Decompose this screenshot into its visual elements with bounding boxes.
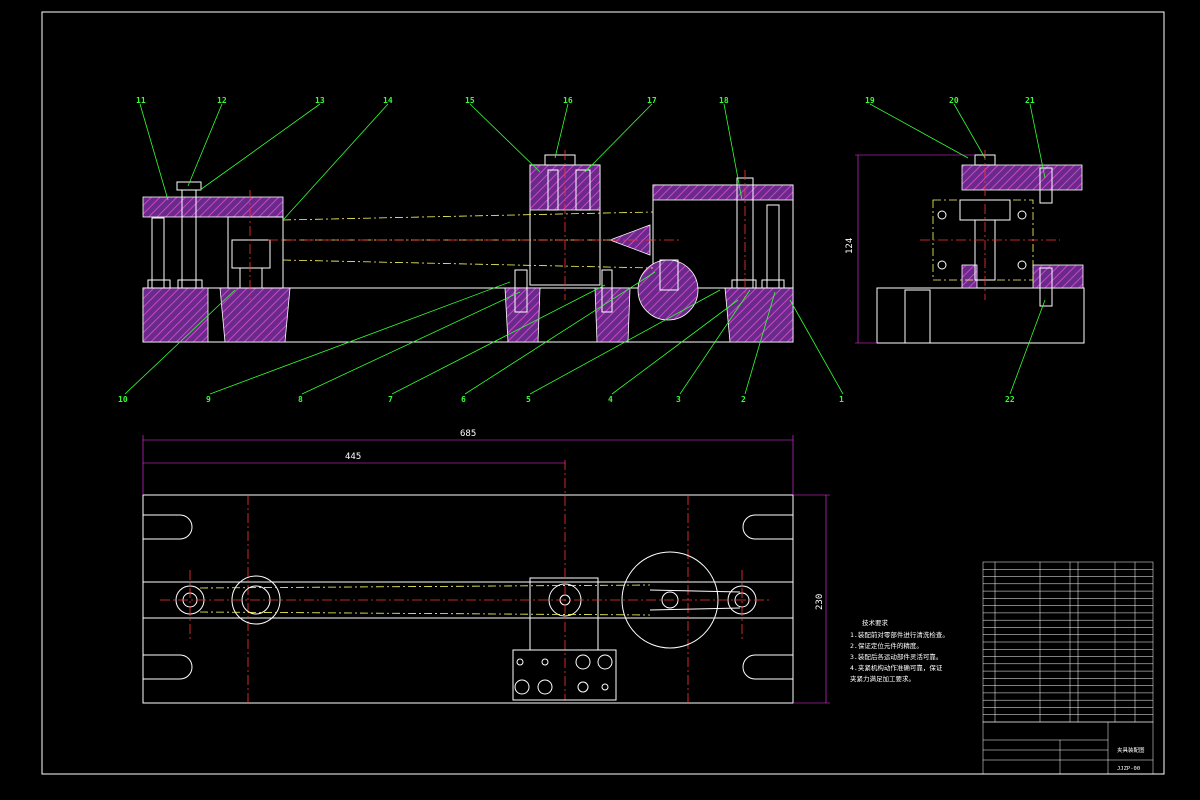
- balloon-13: 13: [315, 96, 325, 105]
- dim-width-plan: 230: [815, 594, 825, 610]
- tech-note-line-3: 3.装配后各运动部件灵活可靠。: [850, 652, 942, 661]
- title-block-part-name: 夹具装配图: [1117, 746, 1145, 754]
- drawing-border: [41, 11, 1165, 775]
- tech-note-line-4: 4.夹紧机构动作准确可靠，保证: [850, 663, 943, 672]
- side-view: 124: [845, 150, 1085, 344]
- balloons-top: 11 12 13 14 15 16 17 18 19 20 21: [136, 96, 1035, 105]
- balloon-22: 22: [1005, 395, 1015, 404]
- balloon-15: 15: [465, 96, 475, 105]
- balloon-18: 18: [719, 96, 729, 105]
- parts-list: [982, 561, 1154, 723]
- technical-notes: 技术要求 1.装配前对零部件进行清洗检查。 2.保证定位元件的精度。 3.装配后…: [850, 618, 949, 683]
- plan-view: 685 445 230: [142, 429, 830, 704]
- tech-note-line-2: 2.保证定位元件的精度。: [850, 641, 923, 650]
- title-block: 夹具装配图 JJZP-00: [982, 721, 1154, 775]
- dim-height-side: 124: [845, 238, 855, 254]
- dim-partial-length: 445: [345, 452, 361, 462]
- cad-drawing-canvas: 124 685 445 230 11 12 13 14 15 16 17 18 …: [41, 11, 1165, 775]
- balloon-5: 5: [526, 395, 531, 404]
- title-block-drawing-number: JJZP-00: [1117, 766, 1140, 772]
- balloon-6: 6: [461, 395, 466, 404]
- balloon-10: 10: [118, 395, 128, 404]
- balloon-21: 21: [1025, 96, 1035, 105]
- balloon-12: 12: [217, 96, 227, 105]
- balloon-1: 1: [839, 395, 844, 404]
- balloon-11: 11: [136, 96, 146, 105]
- balloon-20: 20: [949, 96, 959, 105]
- balloon-19: 19: [865, 96, 875, 105]
- balloon-3: 3: [676, 395, 681, 404]
- balloon-4: 4: [608, 395, 613, 404]
- front-view: [142, 150, 794, 343]
- dim-overall-length: 685: [460, 429, 476, 439]
- tech-note-line-5: 夹紧力满足加工要求。: [850, 674, 915, 683]
- tech-notes-title: 技术要求: [862, 618, 889, 627]
- balloons-bottom: 10 9 8 7 6 5 4 3 2 1 22: [118, 395, 1015, 404]
- balloon-14: 14: [383, 96, 393, 105]
- balloon-7: 7: [388, 395, 393, 404]
- balloon-8: 8: [298, 395, 303, 404]
- balloon-leaders: [124, 103, 1046, 395]
- balloon-9: 9: [206, 395, 211, 404]
- balloon-16: 16: [563, 96, 573, 105]
- balloon-17: 17: [647, 96, 657, 105]
- tech-note-line-1: 1.装配前对零部件进行清洗检查。: [850, 630, 949, 639]
- balloon-2: 2: [741, 395, 746, 404]
